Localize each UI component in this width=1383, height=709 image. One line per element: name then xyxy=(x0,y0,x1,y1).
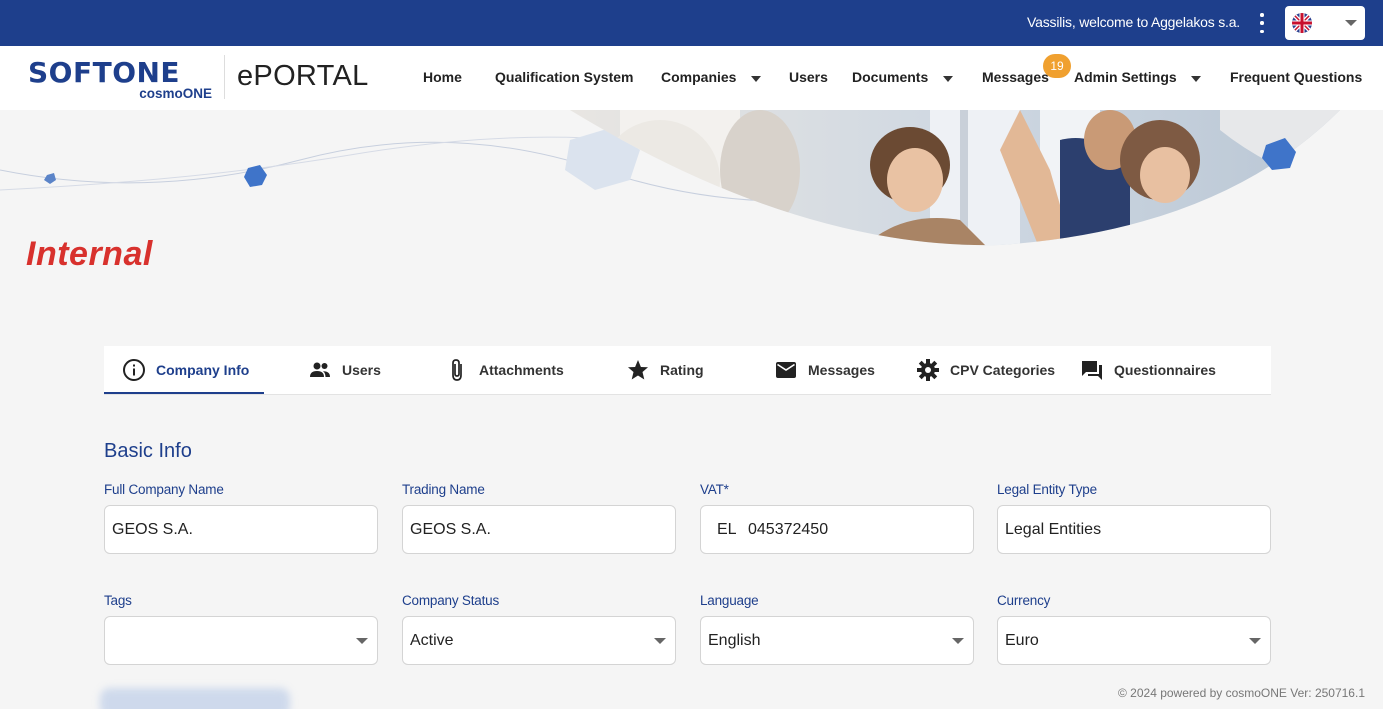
chevron-down-icon xyxy=(952,638,964,644)
section-title: Basic Info xyxy=(104,440,192,462)
chevron-down-icon[interactable] xyxy=(943,76,953,82)
trading-name-field[interactable]: GEOS S.A. xyxy=(402,505,676,554)
chat-icon xyxy=(1082,361,1102,380)
tags-select[interactable] xyxy=(104,616,378,665)
trading-name-label: Trading Name xyxy=(402,482,485,497)
field-value: 045372450 xyxy=(748,521,829,538)
tab-label: Questionnaires xyxy=(1114,362,1216,378)
nav-frequent-questions[interactable]: Frequent Questions xyxy=(1230,69,1362,85)
chevron-down-icon xyxy=(356,638,368,644)
tab-label: Company Info xyxy=(156,362,250,378)
nav-users[interactable]: Users xyxy=(789,69,828,85)
vat-field[interactable]: EL 045372450 xyxy=(700,505,974,554)
gear-icon xyxy=(917,359,939,381)
portal-title: ePORTAL xyxy=(237,60,369,92)
legal-entity-type-field[interactable]: Legal Entities xyxy=(997,505,1271,554)
logo-main-text: SOFTONE xyxy=(28,56,181,89)
tab-questionnaires[interactable]: Questionnaires xyxy=(1080,346,1216,394)
company-tabs: Company Info Users Attachments Rating Me… xyxy=(104,346,1271,395)
softone-logo[interactable]: SOFTONE cosmoONE xyxy=(28,56,214,102)
tab-attachments[interactable]: Attachments xyxy=(445,346,564,394)
nav-messages[interactable]: Messages xyxy=(982,69,1049,85)
nav-qualification-system[interactable]: Qualification System xyxy=(495,69,633,85)
people-icon xyxy=(310,362,330,377)
team-photo xyxy=(570,110,1340,246)
chevron-down-icon[interactable] xyxy=(1191,76,1201,82)
logo-divider xyxy=(224,55,225,99)
field-value: English xyxy=(708,632,761,649)
field-value: GEOS S.A. xyxy=(112,521,193,538)
footer-text: © 2024 powered by cosmoONE Ver: 250716.1 xyxy=(1118,686,1365,700)
nav-admin-settings[interactable]: Admin Settings xyxy=(1074,69,1177,85)
logo-sub-text: cosmoONE xyxy=(139,86,212,101)
nav-documents[interactable]: Documents xyxy=(852,69,928,85)
language-select[interactable]: English xyxy=(700,616,974,665)
more-options-icon[interactable] xyxy=(1256,13,1268,33)
tab-label: Rating xyxy=(660,362,704,378)
star-icon xyxy=(628,360,648,380)
tab-label: Attachments xyxy=(479,362,564,378)
vat-country-prefix: EL xyxy=(717,521,737,538)
nav-companies[interactable]: Companies xyxy=(661,69,736,85)
field-value: GEOS S.A. xyxy=(410,521,491,538)
tab-company-info[interactable]: Company Info xyxy=(122,346,249,394)
hero-banner xyxy=(0,110,1383,250)
language-label: Language xyxy=(700,593,759,608)
partially-visible-button[interactable] xyxy=(100,688,290,709)
tab-users[interactable]: Users xyxy=(308,346,381,394)
full-company-name-label: Full Company Name xyxy=(104,482,224,497)
mail-icon xyxy=(776,362,796,378)
company-status-label: Company Status xyxy=(402,593,499,608)
field-value: Active xyxy=(410,632,454,649)
tab-cpv-categories[interactable]: CPV Categories xyxy=(916,346,1055,394)
active-tab-indicator xyxy=(104,392,264,394)
field-value: Legal Entities xyxy=(1005,521,1102,538)
field-value: Euro xyxy=(1005,632,1039,649)
messages-count-badge: 19 xyxy=(1043,54,1071,78)
chevron-down-icon xyxy=(654,638,666,644)
tab-label: CPV Categories xyxy=(950,362,1056,378)
tab-label: Messages xyxy=(808,362,875,378)
company-status-select[interactable]: Active xyxy=(402,616,676,665)
language-selector[interactable] xyxy=(1285,6,1365,40)
page-title: Internal xyxy=(26,235,153,273)
info-icon xyxy=(123,359,145,381)
top-bar: Vassilis, welcome to Aggelakos s.a. xyxy=(0,0,1383,46)
paperclip-icon xyxy=(452,359,462,381)
chevron-down-icon xyxy=(1249,638,1261,644)
main-navbar: SOFTONE cosmoONE ePORTAL Home Qualificat… xyxy=(0,46,1383,110)
currency-select[interactable]: Euro xyxy=(997,616,1271,665)
tab-label: Users xyxy=(342,362,381,378)
full-company-name-field[interactable]: GEOS S.A. xyxy=(104,505,378,554)
currency-label: Currency xyxy=(997,593,1051,608)
vat-label: VAT* xyxy=(700,482,729,497)
legal-entity-type-label: Legal Entity Type xyxy=(997,482,1097,497)
tab-messages[interactable]: Messages xyxy=(774,346,875,394)
chevron-down-icon[interactable] xyxy=(751,76,761,82)
nav-home[interactable]: Home xyxy=(423,69,462,85)
chevron-down-icon xyxy=(1345,20,1357,26)
uk-flag-icon xyxy=(1292,13,1312,33)
tags-label: Tags xyxy=(104,593,132,608)
welcome-text: Vassilis, welcome to Aggelakos s.a. xyxy=(1027,14,1240,30)
tab-rating[interactable]: Rating xyxy=(626,346,704,394)
